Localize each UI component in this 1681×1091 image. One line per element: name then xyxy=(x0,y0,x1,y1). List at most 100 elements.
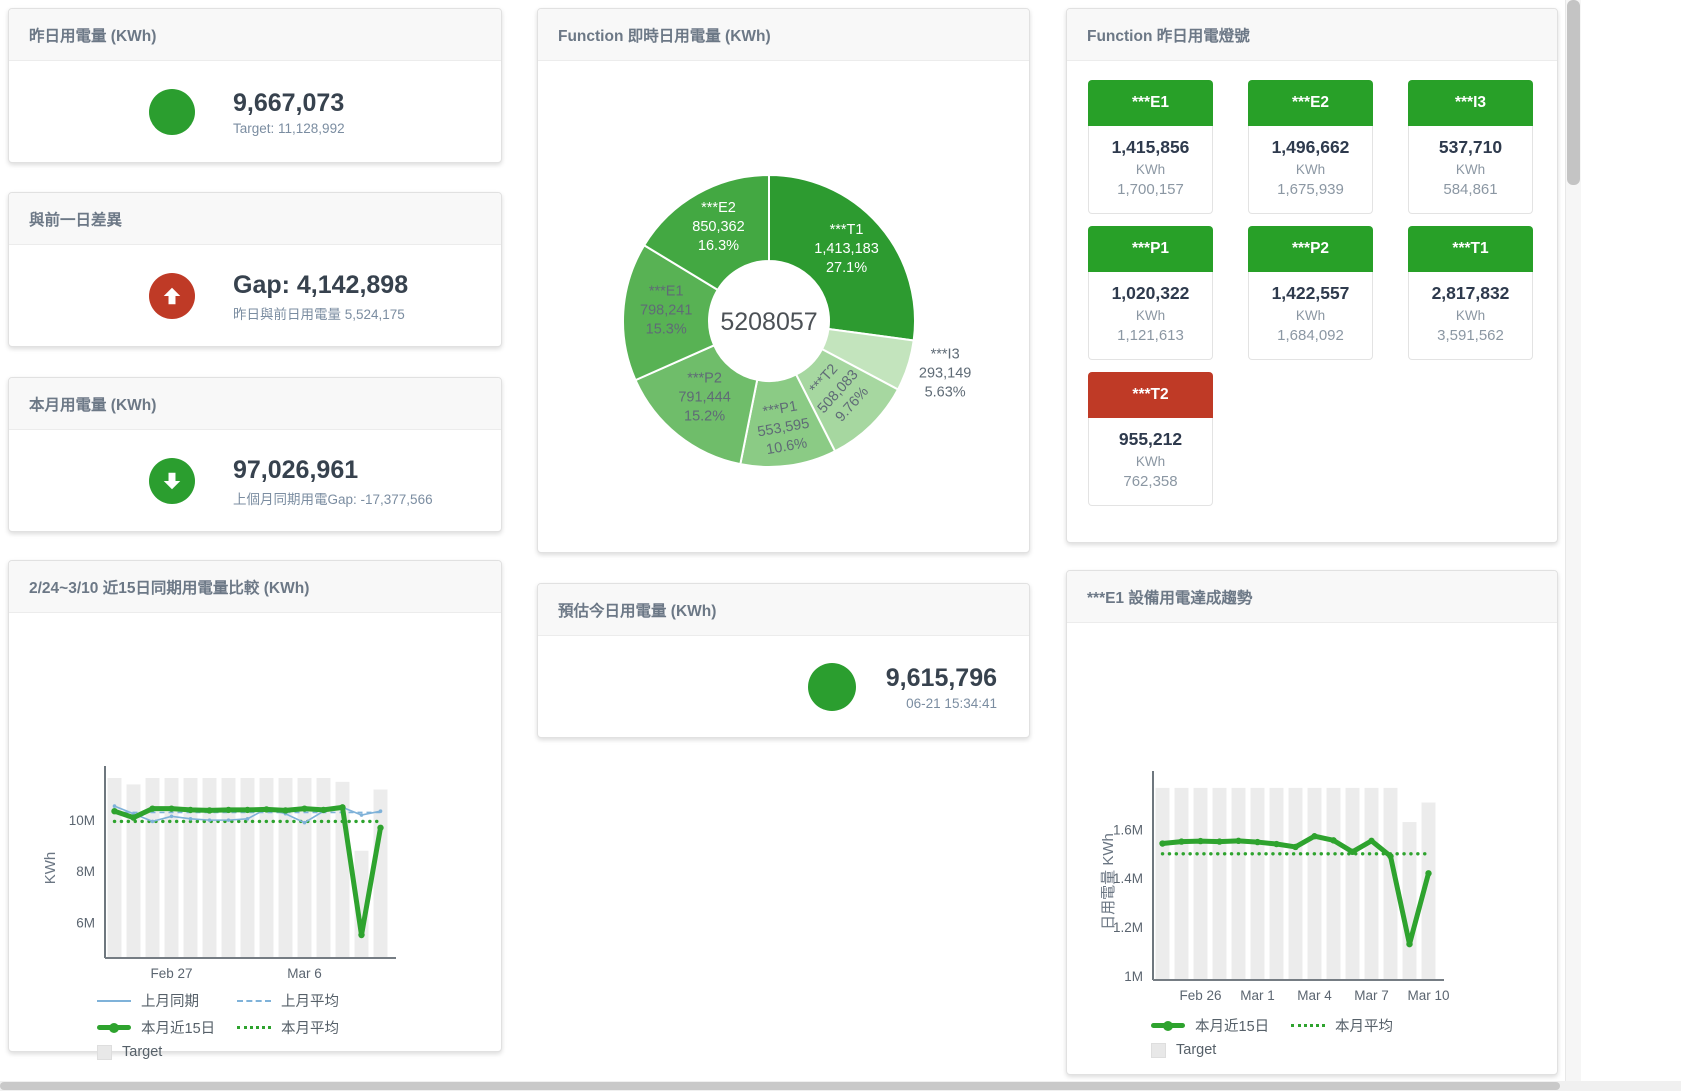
status-tile: ***P21,422,557KWh1,684,092 xyxy=(1248,226,1373,360)
compare-chart-legend: 上月同期 上月平均本月近15日 本月平均 Target xyxy=(9,990,501,1060)
status-ok-icon xyxy=(808,663,856,711)
target-bar xyxy=(1251,788,1265,980)
y-tick-label: 1.6M xyxy=(1113,822,1143,837)
legend-item[interactable]: 本月平均 xyxy=(1291,1015,1431,1036)
series-point xyxy=(225,807,231,813)
target-bar xyxy=(203,778,217,958)
target-bar xyxy=(298,778,312,958)
legend-item[interactable]: 本月近15日 xyxy=(97,1017,237,1038)
series-point xyxy=(303,821,307,825)
series-point xyxy=(1235,838,1241,844)
y-tick-label: 1.2M xyxy=(1113,920,1143,935)
vertical-scrollbar-thumb[interactable] xyxy=(1567,0,1580,185)
legend-swatch-dotted-icon xyxy=(237,1026,271,1029)
series-point xyxy=(1178,838,1184,844)
horizontal-scrollbar-thumb[interactable] xyxy=(0,1082,1560,1090)
legend-swatch-dashed-icon xyxy=(237,1000,271,1002)
target-bar xyxy=(1327,788,1341,980)
estimate-timestamp: 06-21 15:34:41 xyxy=(886,696,997,711)
card-status-lights: Function 昨日用電燈號 ***E11,415,856KWh1,700,1… xyxy=(1066,8,1558,543)
status-tile-unit: KWh xyxy=(1093,306,1208,325)
yesterday-usage-value: 9,667,073 xyxy=(233,88,345,118)
series-point xyxy=(170,814,174,818)
legend-swatch-thick-icon xyxy=(1151,1023,1185,1028)
status-tile-unit: KWh xyxy=(1253,160,1368,179)
x-tick-label: Feb 27 xyxy=(150,966,192,978)
donut-chart[interactable]: ***T11,413,18327.1%***I3293,1495.63%***T… xyxy=(538,61,1029,554)
compare-chart-body: 6M8M10MFeb 27Mar 6KWh 上月同期上月平均本月近15日本月平均… xyxy=(9,613,501,1060)
status-tile-unit: KWh xyxy=(1093,452,1208,471)
status-tile: ***T12,817,832KWh3,591,562 xyxy=(1408,226,1533,360)
card-day-gap-body: Gap: 4,142,898 昨日與前日用電量 5,524,175 xyxy=(9,245,501,347)
y-axis-label: KWh xyxy=(42,852,59,885)
legend-swatch-dotted-icon xyxy=(1291,1024,1325,1027)
legend-item[interactable]: 上月同期 xyxy=(97,990,237,1011)
series-point xyxy=(1197,838,1203,844)
e1-trend-chart[interactable]: 1M1.2M1.4M1.6MFeb 26Mar 1Mar 4Mar 7Mar 1… xyxy=(1067,623,1557,1003)
dashboard-page: 昨日用電量 (KWh) 9,667,073 Target: 11,128,992… xyxy=(0,0,1681,1091)
legend-label: 本月近15日 xyxy=(141,1017,215,1038)
line-chart-svg: 6M8M10MFeb 27Mar 6KWh xyxy=(9,613,501,978)
series-point xyxy=(1368,838,1374,844)
series-point xyxy=(320,807,326,813)
legend-item[interactable]: 本月近15日 xyxy=(1151,1015,1291,1036)
e1-trend-legend: 本月近15日 本月平均 Target xyxy=(1067,1015,1557,1058)
card-e1-trend-chart: ***E1 設備用電達成趨勢 1M1.2M1.4M1.6MFeb 26Mar 1… xyxy=(1066,570,1558,1075)
series-point xyxy=(358,932,364,938)
target-bar xyxy=(241,778,255,958)
legend-label: 上月同期 xyxy=(141,990,199,1011)
compare-chart-title: 2/24~3/10 近15日同期用電量比較 (KWh) xyxy=(9,561,501,613)
target-bar xyxy=(1403,822,1417,980)
series-point xyxy=(189,817,193,821)
x-tick-label: Feb 26 xyxy=(1179,988,1221,1003)
legend-item[interactable]: Target xyxy=(97,1044,237,1060)
donut-chart-svg: ***T11,413,18327.1%***I3293,1495.63%***T… xyxy=(538,61,1030,554)
series-point xyxy=(149,805,155,811)
target-bar xyxy=(1156,788,1170,980)
y-tick-label: 6M xyxy=(76,915,95,930)
card-realtime-donut: Function 即時日用電量 (KWh) ***T11,413,18327.1… xyxy=(537,8,1030,553)
series-point xyxy=(301,805,307,811)
legend-swatch-square-icon xyxy=(97,1045,112,1060)
target-bar xyxy=(279,778,293,958)
status-tile-value: 1,422,557 xyxy=(1253,280,1368,306)
target-bar xyxy=(1232,788,1246,980)
status-tile-unit: KWh xyxy=(1413,160,1528,179)
y-tick-label: 10M xyxy=(69,813,95,828)
status-tile-target: 584,861 xyxy=(1413,179,1528,201)
series-point xyxy=(339,804,345,810)
compare-chart[interactable]: 6M8M10MFeb 27Mar 6KWh xyxy=(9,613,501,978)
y-tick-label: 8M xyxy=(76,864,95,879)
horizontal-scrollbar[interactable] xyxy=(0,1081,1681,1091)
status-tile-unit: KWh xyxy=(1413,306,1528,325)
legend-item[interactable]: 本月平均 xyxy=(237,1017,377,1038)
status-tile-body: 1,020,322KWh1,121,613 xyxy=(1088,272,1213,360)
card-estimate-today: 預估今日用電量 (KWh) 9,615,796 06-21 15:34:41 xyxy=(537,583,1030,738)
status-tile-value: 1,020,322 xyxy=(1093,280,1208,306)
legend-label: 本月平均 xyxy=(281,1017,339,1038)
legend-row: Target xyxy=(1151,1042,1557,1058)
series-point xyxy=(379,809,383,813)
target-bar xyxy=(1194,788,1208,980)
arrow-down-icon xyxy=(149,458,195,504)
estimate-title: 預估今日用電量 (KWh) xyxy=(538,584,1029,636)
legend-item[interactable]: 上月平均 xyxy=(237,990,377,1011)
legend-row: 本月近15日 本月平均 xyxy=(97,1017,501,1038)
kpi-text: 9,667,073 Target: 11,128,992 xyxy=(233,88,345,136)
status-tile-header: ***E1 xyxy=(1088,80,1213,126)
status-tile-header: ***T1 xyxy=(1408,226,1533,272)
target-bar xyxy=(1213,788,1227,980)
y-tick-label: 1.4M xyxy=(1113,871,1143,886)
series-point xyxy=(263,806,269,812)
legend-item[interactable]: Target xyxy=(1151,1042,1291,1058)
status-tile-value: 1,415,856 xyxy=(1093,134,1208,160)
legend-label: 本月平均 xyxy=(1335,1015,1393,1036)
y-axis-label: 日用電量 KWh xyxy=(1100,833,1117,930)
series-point xyxy=(1216,838,1222,844)
status-tile-target: 3,591,562 xyxy=(1413,325,1528,347)
series-point xyxy=(151,820,155,824)
vertical-scrollbar[interactable] xyxy=(1565,0,1581,1081)
series-point xyxy=(227,818,231,822)
estimate-body: 9,615,796 06-21 15:34:41 xyxy=(538,636,1029,738)
series-point xyxy=(1330,837,1336,843)
